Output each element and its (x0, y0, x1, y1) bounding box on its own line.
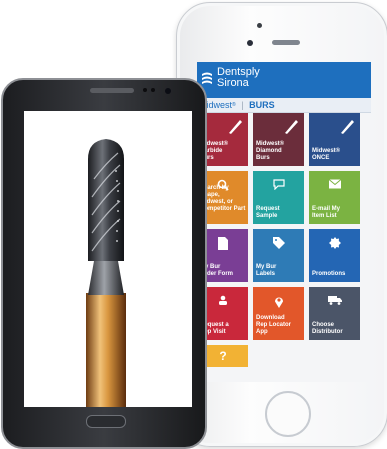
speaker-grill (90, 88, 134, 93)
menu-tile-label: My Bur Labels (256, 264, 277, 277)
front-camera (247, 40, 253, 46)
subheader: Midwest® | BURS (197, 98, 371, 113)
pin-icon (274, 295, 284, 311)
dental-bur-image (86, 139, 126, 407)
front-camera (165, 88, 171, 94)
brand-line-2: Sirona (217, 77, 249, 89)
bur-icon (282, 117, 300, 138)
light-sensor (151, 88, 155, 92)
menu-tile[interactable]: Midwest® ONCE (309, 113, 360, 166)
menu-tile[interactable]: Midwest® Diamond Burs (253, 113, 304, 166)
envelope-icon (328, 179, 341, 192)
bur-icon (226, 117, 244, 138)
truck-icon (327, 295, 342, 308)
menu-tile[interactable]: My Bur Labels (253, 229, 304, 282)
menu-tile[interactable]: E-mail My Item List (309, 171, 360, 224)
document-icon (217, 237, 228, 253)
proximity-sensor (143, 88, 147, 92)
earpiece-camera (257, 23, 262, 28)
app-header: Dentsply Sirona (197, 62, 371, 98)
menu-tile-label: Request Sample (256, 206, 280, 219)
badge-icon (328, 237, 341, 252)
home-button[interactable] (86, 415, 126, 428)
menu-tile-label: E-mail My Item List (312, 206, 341, 219)
menu-tile[interactable]: Promotions (309, 229, 360, 282)
bur-icon (338, 117, 356, 138)
android-screen (24, 111, 192, 407)
menu-tile[interactable]: Choose Distributor (309, 287, 360, 340)
person-icon (218, 295, 228, 308)
menu-tile[interactable]: Request Sample (253, 171, 304, 224)
menu-tile-label: Midwest® Diamond Burs (256, 141, 285, 161)
subheader-section: BURS (249, 100, 275, 110)
dentsply-logo-icon (202, 72, 212, 84)
earpiece-speaker (272, 40, 300, 45)
menu-tile-label: Promotions (312, 271, 346, 277)
tag-icon (272, 237, 285, 252)
chat-icon (272, 179, 285, 193)
menu-tile[interactable]: Download Rep Locator App (253, 287, 304, 340)
brand-name: Dentsply Sirona (217, 67, 260, 89)
subheader-separator: | (241, 100, 244, 110)
menu-tile-grid: Midwest® Carbide BursMidwest® Diamond Bu… (197, 113, 368, 398)
menu-tile-label: Choose Distributor (312, 322, 343, 335)
svg-text:?: ? (219, 349, 226, 361)
help-icon: ? (218, 349, 228, 364)
menu-tile-label: Midwest® ONCE (312, 148, 341, 161)
menu-tile-label: Download Rep Locator App (256, 315, 292, 335)
